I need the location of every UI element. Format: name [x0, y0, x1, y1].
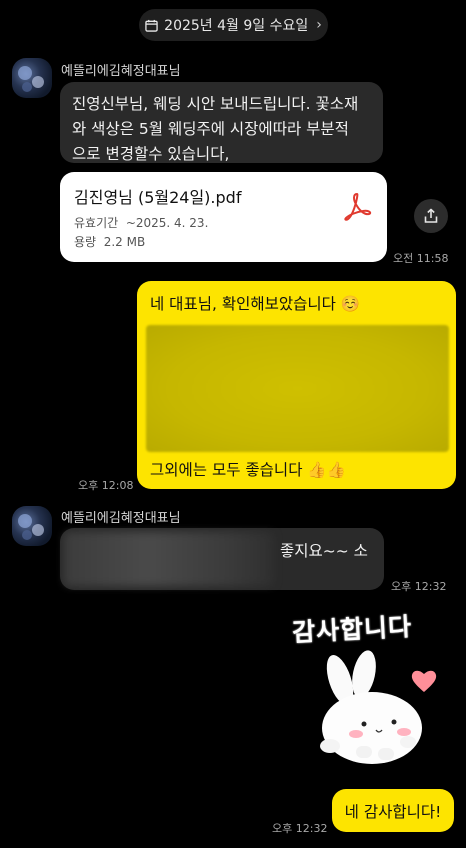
- calendar-icon: [145, 19, 158, 32]
- image-caption: 그외에는 모두 좋습니다 👍👍: [150, 461, 346, 479]
- sender-name: 예뜰리에김혜정대표님: [61, 64, 181, 79]
- message-time: 오후 12:08: [78, 479, 134, 492]
- heart-icon: [411, 670, 437, 692]
- message-text: 좋지요~~ 소: [280, 542, 368, 560]
- message-line: 와 색상은 5월 웨딩주에 시장에따라 부분적: [72, 120, 349, 138]
- date-label: 2025년 4월 9일 수요일: [164, 18, 309, 34]
- message-time: 오후 12:32: [272, 822, 328, 835]
- share-icon: [424, 208, 438, 223]
- chevron-right-icon: ›: [316, 17, 322, 33]
- sticker-text: 감사합니다: [291, 611, 413, 648]
- file-size: 용량 2.2 MB: [74, 235, 146, 249]
- message-text: 네 대표님, 확인해보았습니다 ☺️: [150, 295, 361, 313]
- sender-name: 예뜰리에김혜정대표님: [61, 511, 181, 526]
- file-name: 김진영님 (5월24일).pdf: [74, 188, 242, 207]
- message-line: 진영신부님, 웨딩 시안 보내드립니다. 꽃소재: [72, 95, 359, 113]
- file-validity: 유효기간 ~2025. 4. 23.: [74, 216, 209, 230]
- message-bubble-mine[interactable]: 네 감사합니다!: [332, 789, 454, 832]
- avatar[interactable]: [12, 506, 52, 546]
- message-bubble[interactable]: 진영신부님, 웨딩 시안 보내드립니다. 꽃소재 와 색상은 5월 웨딩주에 시…: [60, 82, 383, 163]
- shared-image-blurred[interactable]: [146, 325, 449, 452]
- share-button[interactable]: [414, 199, 448, 233]
- message-text: 네 감사합니다!: [344, 802, 442, 821]
- blurred-text: [64, 532, 274, 586]
- date-divider[interactable]: 2025년 4월 9일 수요일 ›: [139, 9, 328, 41]
- avatar[interactable]: [12, 58, 52, 98]
- message-time: 오전 11:58: [393, 252, 449, 265]
- file-attachment-card[interactable]: 김진영님 (5월24일).pdf 유효기간 ~2025. 4. 23. 용량 2…: [60, 172, 387, 262]
- pdf-icon: [344, 193, 372, 221]
- message-line: 으로 변경할수 있습니다,: [72, 145, 230, 163]
- message-time: 오후 12:32: [391, 580, 447, 593]
